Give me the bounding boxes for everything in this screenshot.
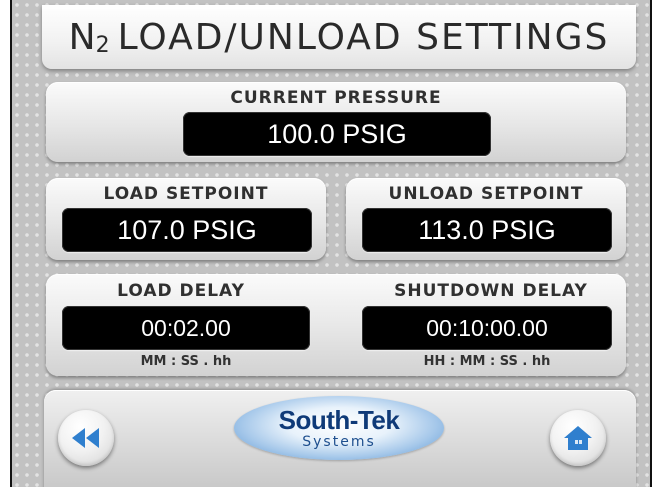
home-button[interactable] xyxy=(550,410,606,466)
rewind-icon xyxy=(72,428,99,448)
bottom-nav-bar: South-Tek Systems xyxy=(44,390,636,487)
delays-panel: LOAD DELAY 00:02.00 MM : SS . hh SHUTDOW… xyxy=(46,274,626,376)
back-button[interactable] xyxy=(58,410,114,466)
title-text: LOAD/UNLOAD SETTINGS xyxy=(117,16,610,58)
logo-sub-text: Systems xyxy=(302,434,376,450)
shutdown-delay-input[interactable]: 00:10:00.00 xyxy=(362,306,612,350)
settings-screen: N2 LOAD/UNLOAD SETTINGS CURRENT PRESSURE … xyxy=(10,0,652,487)
home-icon xyxy=(564,426,592,450)
page-title: N2 LOAD/UNLOAD SETTINGS xyxy=(69,17,610,58)
current-pressure-panel: CURRENT PRESSURE 100.0 PSIG xyxy=(46,82,626,162)
title-prefix: N xyxy=(68,16,96,58)
unload-setpoint-label: UNLOAD SETPOINT xyxy=(388,184,584,204)
load-delay-format: MM : SS . hh xyxy=(140,354,232,369)
load-setpoint-panel[interactable]: LOAD SETPOINT 107.0 PSIG xyxy=(46,178,326,260)
current-pressure-label: CURRENT PRESSURE xyxy=(230,88,442,108)
load-setpoint-label: LOAD SETPOINT xyxy=(103,184,269,204)
south-tek-logo: South-Tek Systems xyxy=(234,396,444,460)
logo-main-text: South-Tek xyxy=(278,405,400,435)
unload-setpoint-input[interactable]: 113.0 PSIG xyxy=(362,208,612,252)
load-delay-label: LOAD DELAY xyxy=(117,281,245,301)
shutdown-delay-label: SHUTDOWN DELAY xyxy=(394,281,588,301)
shutdown-delay-format: HH : MM : SS . hh xyxy=(423,354,551,369)
load-setpoint-input[interactable]: 107.0 PSIG xyxy=(62,208,312,252)
load-delay-input[interactable]: 00:02.00 xyxy=(62,306,310,350)
unload-setpoint-panel[interactable]: UNLOAD SETPOINT 113.0 PSIG xyxy=(346,178,626,260)
title-bar: N2 LOAD/UNLOAD SETTINGS xyxy=(42,5,636,69)
current-pressure-display: 100.0 PSIG xyxy=(183,112,491,156)
title-subscript: 2 xyxy=(95,32,110,58)
